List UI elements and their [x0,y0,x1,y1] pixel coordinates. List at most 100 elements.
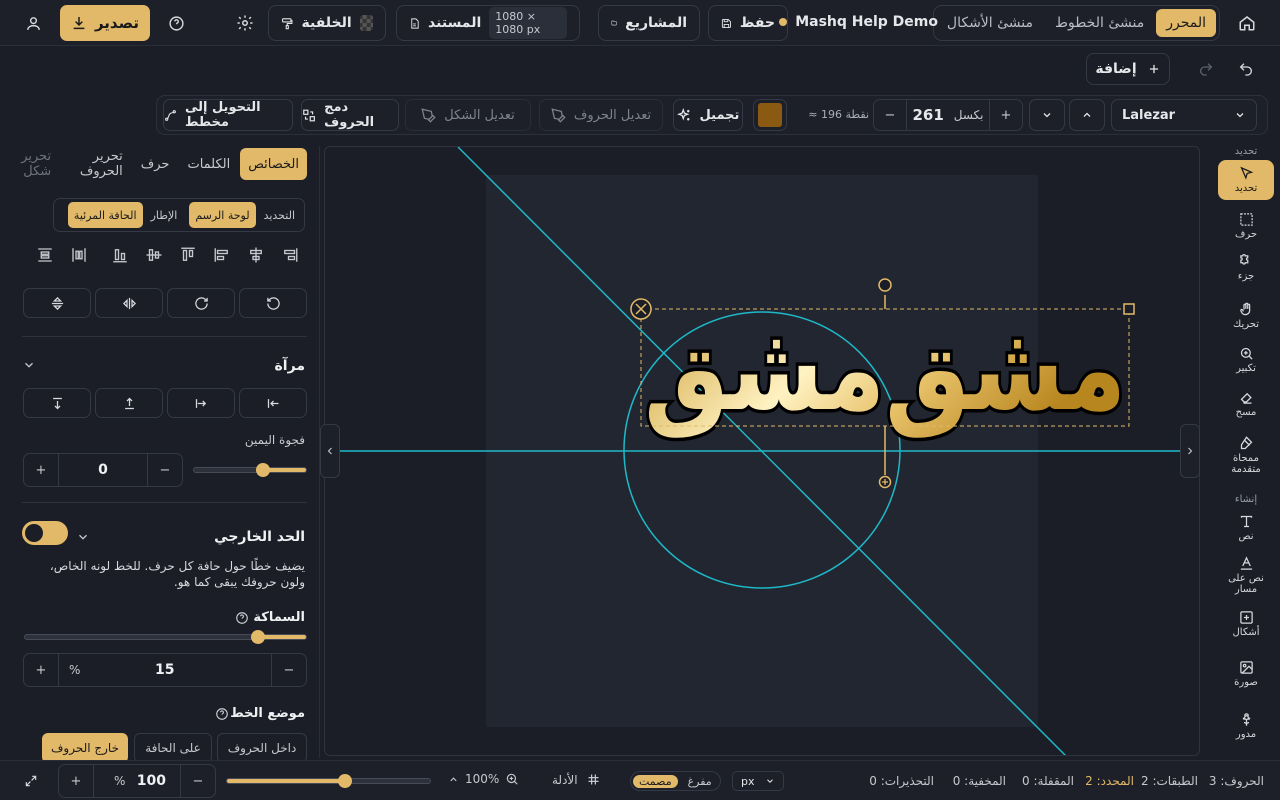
flip-vertical-button[interactable] [23,288,91,318]
align-middle-button[interactable] [145,246,165,266]
tool-advanced-eraser[interactable]: ممحاة متقدمة [1218,436,1274,475]
edit-letters-button[interactable]: تعديل الحروف [539,99,663,131]
render-mode-hollow[interactable]: مفرغ [682,775,718,788]
settings-button[interactable] [230,8,260,38]
convert-to-path-button[interactable]: التحويل إلى مخطط [163,99,293,131]
artwork-text[interactable]: ﻣﺸﻖﻣﺸﻖ [641,296,1130,442]
mirror-to-left-button[interactable] [239,388,307,418]
right-gap-value[interactable]: 0 [58,454,148,486]
save-button[interactable]: حفظ [708,5,788,41]
tab-properties[interactable]: الخصائص [240,148,307,180]
mirror-collapse-toggle[interactable] [22,358,36,372]
export-button[interactable]: تصدير [60,5,150,41]
align-right-button[interactable] [281,246,301,266]
stroke-outside-option[interactable]: خارج الحروف [42,733,128,763]
thickness-increase[interactable]: + [24,654,58,686]
zoom-slider-knob[interactable] [337,774,352,788]
distribute-v-button[interactable] [36,246,56,266]
size-decrease-button[interactable]: − [874,108,906,123]
color-picker[interactable] [753,99,787,131]
render-mode-solid[interactable]: مصمت [633,774,678,788]
tab-edit-shape[interactable]: تحرير شكل [0,148,59,180]
chevron-up-icon [450,776,457,781]
rotate-right-button[interactable] [167,288,235,318]
align-to-artboard[interactable]: لوحة الرسم [189,202,256,228]
tool-shapes[interactable]: أشكال [1218,610,1274,638]
resize-handle[interactable] [1123,303,1135,315]
outline-toggle[interactable] [22,521,68,545]
font-style-down-button[interactable] [1029,99,1065,131]
align-top-button[interactable] [179,246,199,266]
stroke-center-option[interactable]: على الحافة [134,733,212,763]
mirror-to-top-button[interactable] [95,388,163,418]
collapse-right-rail-button[interactable] [1180,424,1200,478]
align-to-selection[interactable]: التحديد [258,202,301,228]
distribute-h-button[interactable] [70,246,90,266]
right-gap-slider-knob[interactable] [256,463,271,477]
stroke-position-help-button[interactable] [215,707,229,721]
edit-shape-button[interactable]: تعديل الشكل [405,99,531,131]
font-style-up-button[interactable] [1069,99,1105,131]
zoom-indicator[interactable]: 100% [448,772,519,786]
align-left-button[interactable] [213,246,233,266]
projects-button[interactable]: المشاريع [598,5,700,41]
align-to-frame[interactable]: الإطار [145,202,184,228]
font-size-field[interactable]: 261 بكسل [906,100,990,130]
mode-shape-builder[interactable]: منشئ الأشكال [937,9,1043,37]
size-increase-button[interactable]: + [990,108,1022,123]
thickness-slider[interactable] [24,630,307,644]
zoom-in-button[interactable]: + [59,765,93,797]
rotate-left-button[interactable] [239,288,307,318]
undo-button[interactable] [1231,54,1261,84]
canvas[interactable]: ﻣﺸﻖﻣﺸﻖ [324,146,1200,756]
guides-toggle[interactable]: الأدلة [552,772,601,787]
add-button[interactable]: إضافة [1086,53,1170,85]
mirror-to-right-button[interactable] [167,388,235,418]
mode-editor[interactable]: المحرر [1156,9,1216,37]
tool-part[interactable]: جزء [1218,254,1274,282]
right-gap-slider[interactable] [193,463,307,477]
tool-letter[interactable]: حرف [1218,212,1274,240]
align-bottom-button[interactable] [111,246,131,266]
unit-select[interactable]: px [732,771,784,791]
tool-text-on-path[interactable]: نص على مسار [1218,556,1274,595]
thickness-field[interactable]: % 15 [58,654,272,686]
redo-button[interactable] [1191,54,1221,84]
home-button[interactable] [1232,8,1262,38]
align-to-visible-edge[interactable]: الحافة المرئية [67,202,143,228]
tab-letter[interactable]: حرف [133,148,178,180]
thickness-help-button[interactable] [235,611,249,625]
rotate-handle[interactable] [878,278,892,292]
zoom-out-button[interactable]: − [181,765,215,797]
right-gap-decrease[interactable]: − [148,454,182,486]
tab-words[interactable]: الكلمات [179,148,238,180]
tool-zoom[interactable]: تكبير [1218,346,1274,374]
beautify-button[interactable]: تجميل [673,99,743,131]
merge-letters-button[interactable]: دمج الحروف [301,99,399,131]
collapse-left-panel-button[interactable] [320,424,340,478]
thickness-slider-knob[interactable] [251,630,266,644]
mirror-to-bottom-button[interactable] [23,388,91,418]
zoom-slider[interactable] [226,774,431,788]
tool-text[interactable]: نص [1218,514,1274,542]
outline-collapse-toggle[interactable] [76,530,90,544]
tool-image[interactable]: صورة [1218,660,1274,688]
flip-horizontal-button[interactable] [95,288,163,318]
tool-rounder[interactable]: مدور [1218,712,1274,740]
align-center-h-button[interactable] [247,246,267,266]
font-select[interactable]: Lalezar [1111,99,1257,131]
account-button[interactable] [18,8,48,38]
stroke-inside-option[interactable]: داخل الحروف [217,733,307,763]
document-button[interactable]: المستند 1080 × 1080 px [396,5,580,41]
tool-erase[interactable]: مسح [1218,390,1274,418]
fit-to-screen-button[interactable] [16,766,46,796]
thickness-decrease[interactable]: − [272,654,306,686]
zoom-field[interactable]: % 100 [93,765,181,797]
right-gap-increase[interactable]: + [24,454,58,486]
tool-move[interactable]: تحريك [1218,302,1274,330]
tab-edit-letters[interactable]: تحرير الحروف [61,148,131,180]
help-button[interactable] [161,8,191,38]
tool-select[interactable]: تحديد [1218,160,1274,200]
mode-font-builder[interactable]: منشئ الخطوط [1045,9,1154,37]
background-button[interactable]: الخلفية [268,5,386,41]
